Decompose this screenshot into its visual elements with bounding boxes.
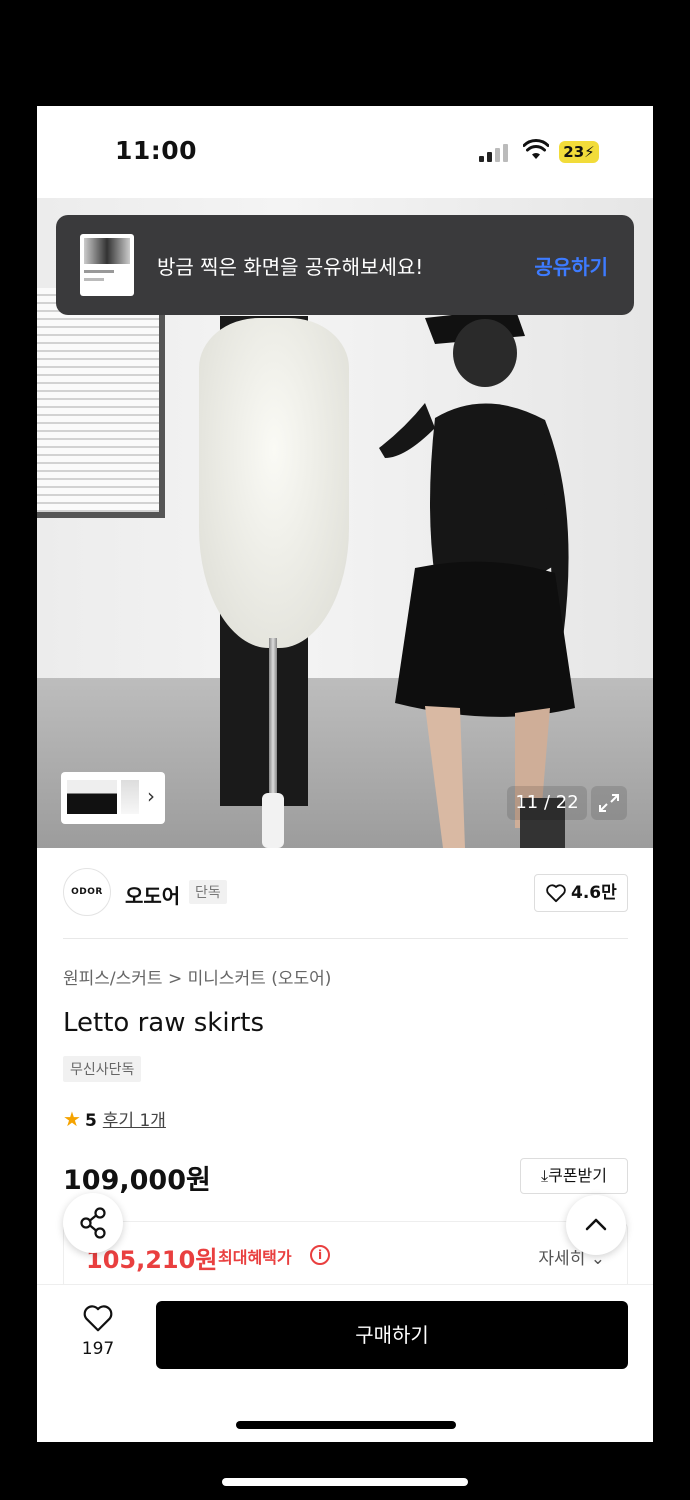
info-icon[interactable]: i [310, 1245, 330, 1265]
purchase-bar: 197 구매하기 [37, 1284, 653, 1442]
product-price: 109,000원 [63, 1165, 211, 1196]
musinsa-exclusive-badge: 무신사단독 [63, 1056, 142, 1082]
chevron-up-icon [585, 1218, 607, 1231]
brand-like-count: 4.6만 [571, 883, 617, 903]
variant-thumbnails[interactable]: › [61, 772, 165, 824]
cellular-signal-icon [479, 144, 509, 162]
battery-indicator: 23⚡ [559, 141, 599, 163]
status-bar: 11:00 23⚡ [37, 106, 653, 198]
expand-icon [599, 794, 619, 812]
brand-like-button[interactable]: 4.6만 [534, 874, 628, 912]
heart-outline-icon [83, 1305, 113, 1332]
max-benefit-box[interactable]: 105,210원 최대혜택가 i 자세히 ⌄ [63, 1221, 628, 1291]
divider [63, 938, 628, 939]
model-figure [379, 308, 575, 848]
breadcrumb[interactable]: 원피스/스커트 > 미니스커트 (오도어) [63, 964, 331, 989]
charging-icon: ⚡ [584, 143, 595, 161]
share-icon [80, 1207, 106, 1239]
share-action-button[interactable]: 공유하기 [534, 251, 608, 280]
window-blinds [37, 288, 165, 518]
toast-message: 방금 찍은 화면을 공유해보세요! [157, 255, 424, 279]
rating-row: ★ 5 후기 1개 [63, 1106, 166, 1131]
star-filled-icon: ★ [63, 1107, 81, 1131]
buy-button[interactable]: 구매하기 [156, 1301, 628, 1369]
review-link[interactable]: 후기 1개 [103, 1111, 166, 1131]
rating-score: 5 [84, 1111, 97, 1131]
share-toast: 방금 찍은 화면을 공유해보세요! 공유하기 [56, 215, 634, 315]
wifi-icon [523, 139, 549, 159]
brand-name[interactable]: 오도어 [125, 880, 180, 909]
expand-button[interactable] [591, 786, 627, 820]
wishlist-count: 197 [81, 1339, 115, 1359]
brand-logo[interactable]: ODOR [63, 868, 111, 916]
home-indicator [236, 1421, 456, 1429]
chevron-right-icon: › [147, 784, 155, 808]
coupon-button[interactable]: ⤓쿠폰받기 [520, 1158, 628, 1194]
share-button[interactable] [63, 1193, 123, 1253]
benefit-label: 최대혜택가 [218, 1248, 292, 1267]
image-counter: 11 / 22 [507, 786, 587, 820]
brand-row: ODOR 오도어 단독 4.6만 [37, 848, 653, 938]
brand-exclusive-badge: 단독 [189, 880, 227, 904]
status-time: 11:00 [115, 136, 198, 165]
scroll-to-top-button[interactable] [566, 1195, 626, 1255]
mannequin [199, 318, 349, 648]
wishlist-button[interactable]: 197 [73, 1303, 123, 1359]
screenshot-thumbnail [80, 234, 134, 296]
phone-screen: 11:00 23⚡ › 11 / 22 방금 찍은 화면을 공유해보세요! 공유… [37, 106, 653, 1442]
heart-outline-icon [546, 884, 566, 903]
coupon-label: 쿠폰받기 [548, 1166, 607, 1185]
product-title: Letto raw skirts [63, 1008, 264, 1038]
battery-level: 23 [563, 143, 585, 161]
outer-home-indicator [222, 1478, 468, 1486]
